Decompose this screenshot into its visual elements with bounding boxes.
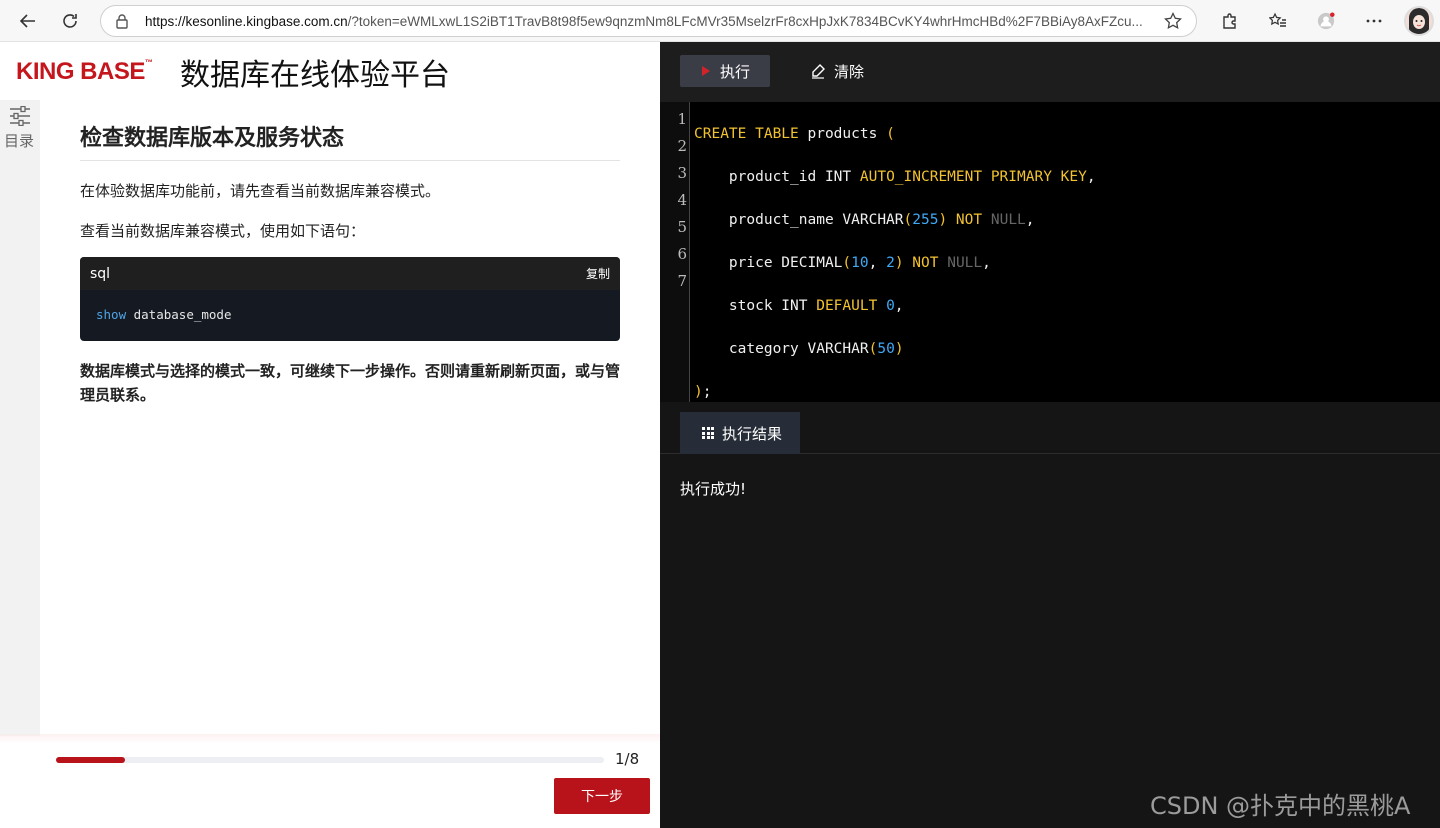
lesson-note: 数据库模式与选择的模式一致，可继续下一步操作。否则请重新刷新页面，或与管理员联系… (80, 362, 621, 404)
profile-icon (1317, 12, 1335, 30)
next-step-button[interactable]: 下一步 (554, 778, 650, 814)
sql-code[interactable]: CREATE TABLE products ( product_id INT A… (694, 105, 1096, 438)
code-language: sql (90, 265, 111, 282)
watermark: CSDN @扑克中的黑桃A (1150, 792, 1411, 820)
line-number: 1 (677, 110, 687, 128)
favorites-list-icon (1269, 12, 1286, 27)
editor-toolbar: 执行 清除 (660, 42, 1440, 102)
lesson-heading: 检查数据库版本及服务状态 (80, 120, 620, 161)
favorite-star-icon[interactable] (1164, 11, 1182, 34)
copy-button[interactable]: 复制 (586, 265, 610, 282)
code-line-2: product_id INT AUTO_INCREMENT PRIMARY KE… (694, 169, 1096, 185)
lesson-panel: KING BASE™ 数据库在线体验平台 目录 检查数据库版本及服务状态 在体验… (0, 42, 660, 828)
code-line-1: CREATE TABLE products ( (694, 126, 895, 142)
avatar-face-icon (1406, 8, 1432, 34)
platform-title: 数据库在线体验平台 (180, 58, 450, 93)
line-number: 2 (677, 137, 687, 155)
eraser-icon (812, 64, 825, 79)
clear-button[interactable]: 清除 (810, 55, 864, 87)
footer-divider (0, 734, 660, 744)
line-number: 7 (677, 272, 687, 290)
progress-track (56, 757, 604, 763)
lock-icon (115, 13, 135, 29)
puzzle-icon (1223, 13, 1236, 29)
code-snippet: show database_mode (96, 307, 232, 322)
code-line-6: category VARCHAR(50) (694, 341, 904, 357)
browser-toolbar: https://kesonline.kingbase.com.cn/?token… (0, 0, 1440, 42)
profile-button[interactable] (1302, 3, 1350, 39)
ellipsis-icon (1366, 19, 1382, 23)
line-number: 4 (677, 191, 687, 209)
address-bar[interactable]: https://kesonline.kingbase.com.cn/?token… (100, 5, 1197, 37)
grid-icon (702, 427, 714, 439)
lesson-progress: 1/8 (56, 750, 646, 774)
toc-toggle[interactable]: 目录 (0, 100, 40, 736)
reload-icon (63, 13, 77, 28)
code-line-3: product_name VARCHAR(255) NOT NULL, (694, 212, 1035, 228)
line-number: 5 (677, 218, 687, 236)
progress-text: 1/8 (615, 750, 640, 768)
result-message: 执行成功! (680, 480, 747, 498)
line-number: 6 (677, 245, 687, 263)
sliders-icon (10, 106, 30, 126)
url-text: https://kesonline.kingbase.com.cn/?token… (145, 13, 1143, 29)
tab-execution-results[interactable]: 执行结果 (680, 412, 800, 454)
lesson-content: 检查数据库版本及服务状态 在体验数据库功能前，请先查看当前数据库兼容模式。 查看… (80, 120, 620, 407)
sql-editor[interactable]: 1 2 3 4 5 6 7 CREATE TABLE products ( pr… (660, 102, 1440, 402)
kingbase-logo: KING BASE™ (16, 58, 153, 85)
back-button[interactable] (10, 3, 46, 39)
results-header: 执行结果 (660, 402, 1440, 454)
user-avatar[interactable] (1404, 6, 1434, 36)
arrow-left-icon (19, 13, 35, 28)
code-block: sql 复制 show database_mode (80, 257, 620, 341)
progress-fill (56, 757, 125, 763)
lesson-paragraph-2: 查看当前数据库兼容模式，使用如下语句： (80, 222, 366, 240)
toc-label: 目录 (4, 132, 35, 150)
lesson-paragraph-1: 在体验数据库功能前，请先查看当前数据库兼容模式。 (80, 182, 441, 200)
play-icon (702, 66, 710, 76)
code-line-5: stock INT DEFAULT 0, (694, 298, 904, 314)
run-button[interactable]: 执行 (680, 55, 770, 87)
code-line-4: price DECIMAL(10, 2) NOT NULL, (694, 255, 991, 271)
sql-workspace: 执行 清除 1 2 3 4 5 6 7 CREATE TABLE product… (660, 42, 1440, 828)
line-number-gutter: 1 2 3 4 5 6 7 (660, 102, 690, 402)
reload-button[interactable] (52, 3, 88, 39)
line-number: 3 (677, 164, 687, 182)
more-menu-button[interactable] (1350, 3, 1398, 39)
favorites-button[interactable] (1254, 3, 1302, 39)
extensions-button[interactable] (1206, 3, 1254, 39)
code-block-header: sql 复制 (80, 257, 620, 290)
